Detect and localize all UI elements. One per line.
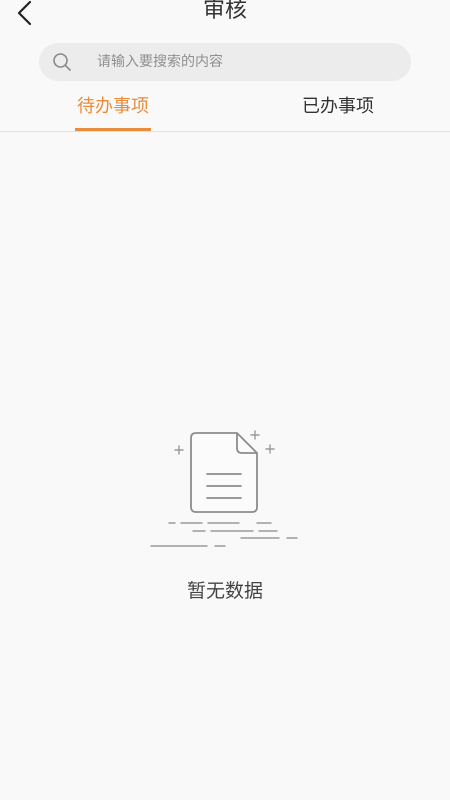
tab-pending[interactable]: 待办事项 <box>75 88 151 131</box>
header-bar: 审核 <box>0 0 450 34</box>
search-bar[interactable] <box>39 43 411 81</box>
active-tab-indicator <box>75 128 151 131</box>
search-input[interactable] <box>97 43 397 81</box>
empty-state-message: 暂无数据 <box>186 580 263 602</box>
document-icon <box>150 430 298 547</box>
page-title: 审核 <box>202 0 247 23</box>
tab-bar: 待办事项 已办事项 <box>0 88 450 132</box>
tab-done[interactable]: 已办事项 <box>300 88 376 131</box>
empty-state: 暂无数据 <box>0 420 450 620</box>
search-icon <box>53 53 71 71</box>
